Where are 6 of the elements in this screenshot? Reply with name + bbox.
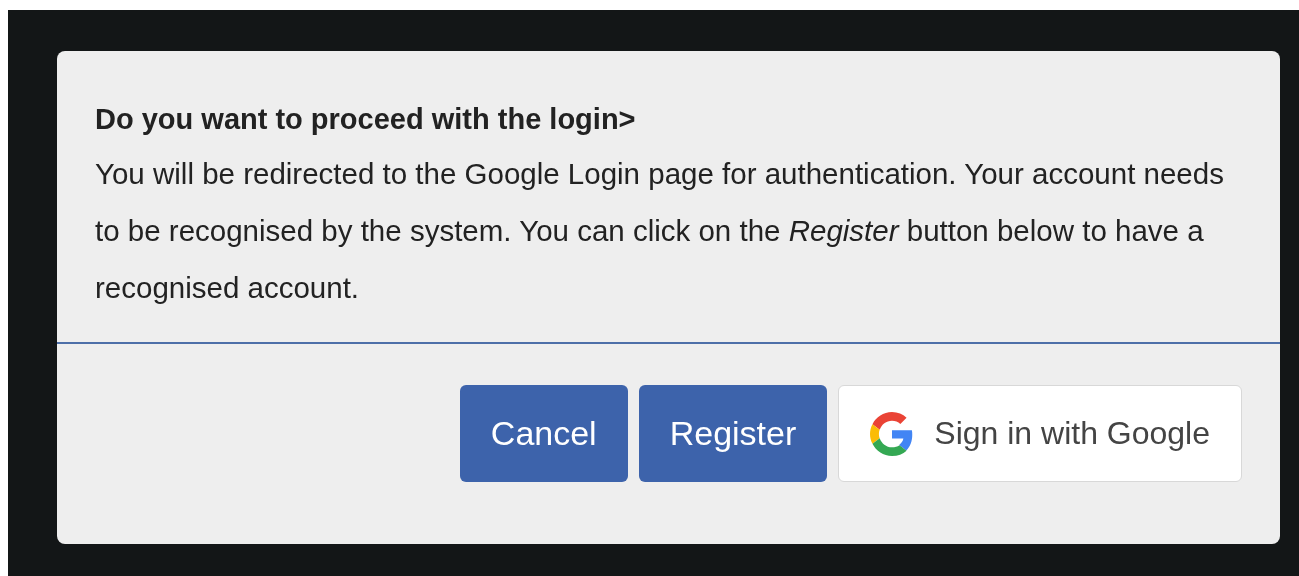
dialog-button[interactable]: Cancel — [459, 385, 628, 482]
dialog-message: You will be redirected to the Google Login page for authentication. Your account needs to be recognised by the system. You can click on the Register button below to have a recognised account. — [95, 156, 1225, 306]
google-logo-icon — [870, 411, 915, 456]
google-sign-in-button[interactable]: Sign in with Google — [838, 385, 1242, 482]
dialog-button[interactable]: Register — [638, 385, 828, 482]
dialog-title: Do you want to proceed with the login> — [95, 102, 637, 137]
